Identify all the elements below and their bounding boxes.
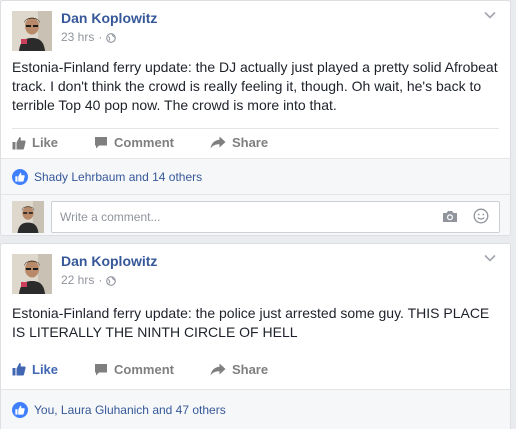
like-button[interactable]: Like — [12, 129, 58, 157]
author-avatar[interactable] — [12, 254, 52, 294]
share-label: Share — [231, 135, 269, 150]
post-card: Dan Koplowitz 22 hrs · Estonia-Finland f… — [0, 243, 511, 429]
likes-summary-text[interactable]: Shady Lehrbaum and 14 others — [34, 170, 202, 184]
thumbs-up-icon — [12, 363, 26, 376]
chevron-down-icon[interactable] — [484, 11, 496, 19]
share-arrow-icon — [210, 363, 226, 375]
post-author[interactable]: Dan Koplowitz — [61, 253, 157, 269]
share-button[interactable]: Share — [210, 129, 268, 157]
share-button[interactable]: Share — [210, 355, 268, 383]
post-text: Estonia-Finland ferry update: the police… — [12, 305, 490, 340]
comment-bubble-icon — [95, 137, 108, 149]
meta-separator: · — [98, 273, 103, 287]
comment-composer — [1, 194, 510, 235]
post-meta: 23 hrs · — [61, 30, 117, 44]
viewer-avatar[interactable] — [12, 201, 44, 233]
likes-summary-row: You, Laura Gluhanich and 47 others — [1, 389, 510, 429]
like-button[interactable]: Like — [12, 355, 58, 383]
comment-label: Comment — [114, 361, 174, 377]
share-label: Share — [231, 361, 269, 377]
globe-icon[interactable] — [106, 275, 117, 286]
comment-button[interactable]: Comment — [94, 129, 174, 157]
post-author[interactable]: Dan Koplowitz — [61, 10, 157, 26]
author-avatar[interactable] — [12, 11, 52, 51]
post-actions: Like Comment Share — [12, 355, 499, 383]
comment-bubble-icon — [95, 363, 108, 375]
share-arrow-icon — [210, 136, 226, 149]
camera-icon[interactable] — [442, 210, 458, 223]
thumbs-up-icon — [12, 136, 26, 149]
comment-label: Comment — [114, 135, 174, 150]
like-badge-icon — [12, 168, 28, 185]
like-badge-icon — [12, 402, 28, 418]
like-label: Like — [32, 361, 59, 377]
post-timestamp[interactable]: 23 hrs — [61, 30, 94, 44]
comment-button[interactable]: Comment — [94, 355, 174, 383]
smiley-icon[interactable] — [473, 208, 489, 224]
post-text: Estonia-Finland ferry update: the DJ act… — [12, 59, 498, 113]
likes-summary-text[interactable]: You, Laura Gluhanich and 47 others — [34, 403, 226, 417]
meta-separator: · — [98, 30, 103, 44]
post-actions: Like Comment Share — [12, 128, 499, 156]
comment-input[interactable] — [51, 201, 500, 233]
post-meta: 22 hrs · — [61, 273, 117, 287]
likes-summary-row: Shady Lehrbaum and 14 others — [1, 158, 510, 194]
post-card: Dan Koplowitz 23 hrs · Estonia-Finland f… — [0, 0, 511, 236]
like-label: Like — [32, 135, 59, 150]
globe-icon[interactable] — [106, 32, 117, 43]
post-timestamp[interactable]: 22 hrs — [61, 273, 94, 287]
chevron-down-icon[interactable] — [484, 254, 496, 262]
